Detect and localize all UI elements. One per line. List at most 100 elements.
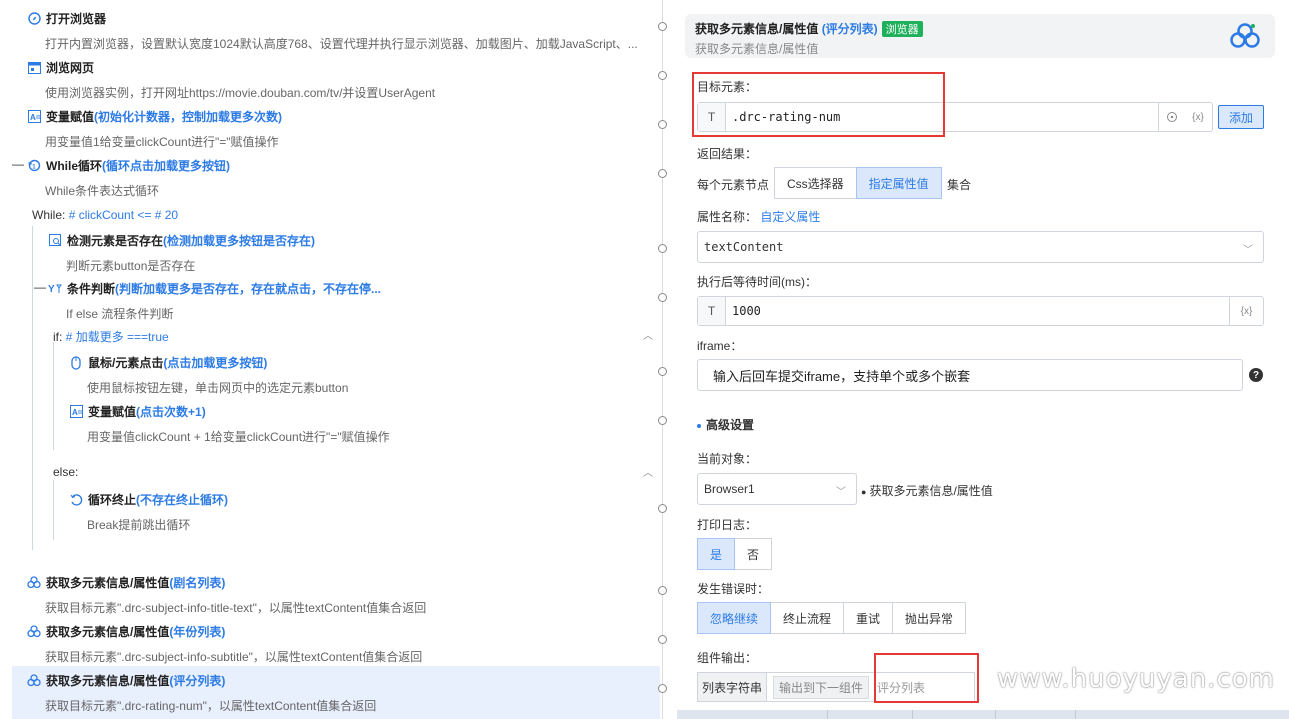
- step-title: 打开浏览器: [46, 12, 107, 26]
- step-desc: 用变量值1给变量clickCount进行"="赋值操作: [45, 135, 279, 149]
- variable-insert-button[interactable]: {x}: [1184, 103, 1212, 131]
- step-desc: If else 流程条件判断: [66, 307, 174, 321]
- text-type-toggle[interactable]: T: [698, 297, 726, 325]
- advanced-settings-heading: 高级设置: [697, 416, 754, 433]
- attr-select[interactable]: textContent ﹀: [697, 231, 1264, 263]
- svg-text:A=: A=: [30, 113, 41, 122]
- variable-icon: A=: [27, 110, 41, 124]
- output-to-next-chip[interactable]: 输出到下一组件: [773, 675, 870, 699]
- step-desc: 获取目标元素".drc-subject-info-title-text"，以属性…: [45, 601, 427, 615]
- wait-time-field[interactable]: T 1000 {x}: [697, 296, 1264, 326]
- custom-attr-link[interactable]: 自定义属性: [760, 210, 820, 224]
- collapse-else-chevron-icon[interactable]: ︿: [643, 464, 653, 479]
- connector-node[interactable]: [658, 169, 667, 178]
- option-throw-exception[interactable]: 抛出异常: [892, 602, 967, 634]
- help-icon[interactable]: ?: [1249, 368, 1263, 382]
- step-tag: (不存在终止循环): [136, 493, 229, 507]
- attr-label: 属性名称： 自定义属性: [697, 208, 820, 225]
- iframe-input[interactable]: 输入后回车提交iframe，支持单个或多个嵌套: [697, 359, 1243, 391]
- step-open-browser[interactable]: 打开浏览器 打开内置浏览器，设置默认宽度1024默认高度768、设置代理并执行显…: [27, 10, 650, 52]
- chevron-down-icon: ﹀: [836, 487, 846, 498]
- step-title: 变量赋值: [46, 110, 95, 124]
- step-detect-element[interactable]: 检测元素是否存在 (检测加载更多按钮是否存在) 判断元素button是否存在: [48, 232, 315, 274]
- if-condition: if: # 加载更多 ===true: [53, 328, 169, 345]
- panel-subtitle: 获取多元素信息/属性值: [695, 42, 819, 56]
- loop-break-icon: [69, 493, 83, 507]
- each-node-label: 每个元素节点: [697, 178, 770, 192]
- compass-icon: [27, 12, 41, 26]
- current-object-desc-text: 获取多元素信息/属性值: [869, 484, 993, 498]
- else-guide-line: [53, 480, 54, 540]
- wait-time-value[interactable]: 1000: [726, 304, 1229, 318]
- output-type: 列表字符串: [698, 673, 768, 701]
- step-loop-break[interactable]: 循环终止 (不存在终止循环) Break提前跳出循环: [69, 491, 228, 533]
- option-ignore-continue[interactable]: 忽略继续: [697, 602, 772, 634]
- else-condition: else:: [53, 465, 79, 479]
- while-condition: While: # clickCount <= # 20: [32, 208, 178, 222]
- connector-node[interactable]: [658, 293, 667, 302]
- option-attribute-value[interactable]: 指定属性值: [855, 167, 942, 199]
- collapse-if-toggle[interactable]: —: [34, 280, 46, 294]
- step-get-ratings[interactable]: 获取多元素信息/属性值 (评分列表) 获取目标元素".drc-rating-num…: [27, 672, 376, 714]
- crosshair-icon[interactable]: [1158, 103, 1184, 131]
- step-while-loop[interactable]: 1 While循环 (循环点击加载更多按钮) While条件表达式循环: [27, 157, 230, 199]
- step-tag: (检测加载更多按钮是否存在): [163, 234, 316, 248]
- step-desc: 使用浏览器实例，打开网址https://movie.douban.com/tv/…: [45, 86, 436, 100]
- return-type-segment: Css选择器 指定属性值: [774, 167, 942, 199]
- step-title: 获取多元素信息/属性值: [46, 674, 170, 688]
- attr-label-text: 属性名称：: [697, 210, 758, 224]
- connector-node[interactable]: [658, 635, 667, 644]
- connector-node[interactable]: [658, 120, 667, 129]
- step-desc: While条件表达式循环: [45, 184, 160, 198]
- connector-node[interactable]: [658, 244, 667, 253]
- step-title: While循环: [46, 159, 102, 173]
- option-log-yes[interactable]: 是: [697, 538, 736, 570]
- connector-node[interactable]: [658, 684, 667, 693]
- connector-node[interactable]: [658, 22, 667, 31]
- step-browse-page[interactable]: 浏览网页 使用浏览器实例，打开网址https://movie.douban.co…: [27, 59, 435, 101]
- svg-text:A=: A=: [72, 408, 83, 417]
- connector-node[interactable]: [658, 416, 667, 425]
- step-desc: 获取目标元素".drc-rating-num"，以属性textContent值集…: [45, 699, 377, 713]
- iframe-placeholder: 输入后回车提交iframe，支持单个或多个嵌套: [713, 368, 971, 384]
- connector-rail: [662, 0, 663, 719]
- step-tag: (判断加载更多是否存在，存在就点击，不存在停...: [115, 282, 382, 296]
- watermark: www.huoyuyan.com: [997, 664, 1275, 694]
- step-tag: (点击次数+1): [136, 405, 206, 419]
- collapse-while-toggle[interactable]: —: [12, 157, 24, 171]
- step-title: 获取多元素信息/属性值: [46, 625, 170, 639]
- connector-node[interactable]: [658, 504, 667, 513]
- option-css-selector[interactable]: Css选择器: [774, 167, 857, 199]
- while-guide-line: [32, 226, 33, 550]
- connector-node[interactable]: [658, 586, 667, 595]
- add-button[interactable]: 添加: [1218, 105, 1264, 129]
- step-assign-variable[interactable]: A= 变量赋值 (初始化计数器，控制加载更多次数) 用变量值1给变量clickCou…: [27, 108, 282, 150]
- advanced-label-text: 高级设置: [706, 418, 755, 432]
- step-condition[interactable]: Y 条件判断 (判断加载更多是否存在，存在就点击，不存在停... If else 流…: [48, 280, 381, 322]
- connector-node[interactable]: [658, 367, 667, 376]
- elements-icon: [27, 625, 41, 639]
- step-tag: (年份列表): [169, 625, 226, 639]
- variable-insert-button[interactable]: {x}: [1229, 297, 1263, 325]
- step-title: 变量赋值: [88, 405, 137, 419]
- error-label: 发生错误时：: [697, 582, 770, 596]
- step-get-titles[interactable]: 获取多元素信息/属性值 (剧名列表) 获取目标元素".drc-subject-in…: [27, 574, 426, 616]
- wait-label: 执行后等待时间(ms)：: [697, 275, 817, 289]
- option-stop-flow[interactable]: 终止流程: [770, 602, 845, 634]
- step-tag: (循环点击加载更多按钮): [102, 159, 230, 173]
- bottom-tab-bar: [677, 710, 1289, 719]
- collapse-if-chevron-icon[interactable]: ︿: [643, 327, 653, 342]
- step-desc: 使用鼠标按钮左键，单击网页中的选定元素button: [87, 381, 349, 395]
- option-log-no[interactable]: 否: [734, 538, 773, 570]
- mouse-icon: [69, 355, 83, 370]
- current-object-select[interactable]: Browser1 ﹀: [697, 473, 857, 505]
- loop-icon: 1: [27, 159, 41, 173]
- connector-node[interactable]: [658, 71, 667, 80]
- bottom-tab-divider: [1075, 710, 1076, 719]
- step-assign-increment[interactable]: A= 变量赋值 (点击次数+1) 用变量值clickCount + 1给变量clic…: [69, 403, 390, 445]
- step-get-years[interactable]: 获取多元素信息/属性值 (年份列表) 获取目标元素".drc-subject-in…: [27, 623, 422, 665]
- option-retry[interactable]: 重试: [843, 602, 894, 634]
- bottom-tab-divider: [827, 710, 828, 719]
- step-mouse-click[interactable]: 鼠标/元素点击 (点击加载更多按钮) 使用鼠标按钮左键，单击网页中的选定元素but…: [69, 354, 348, 396]
- step-title: 循环终止: [88, 493, 137, 507]
